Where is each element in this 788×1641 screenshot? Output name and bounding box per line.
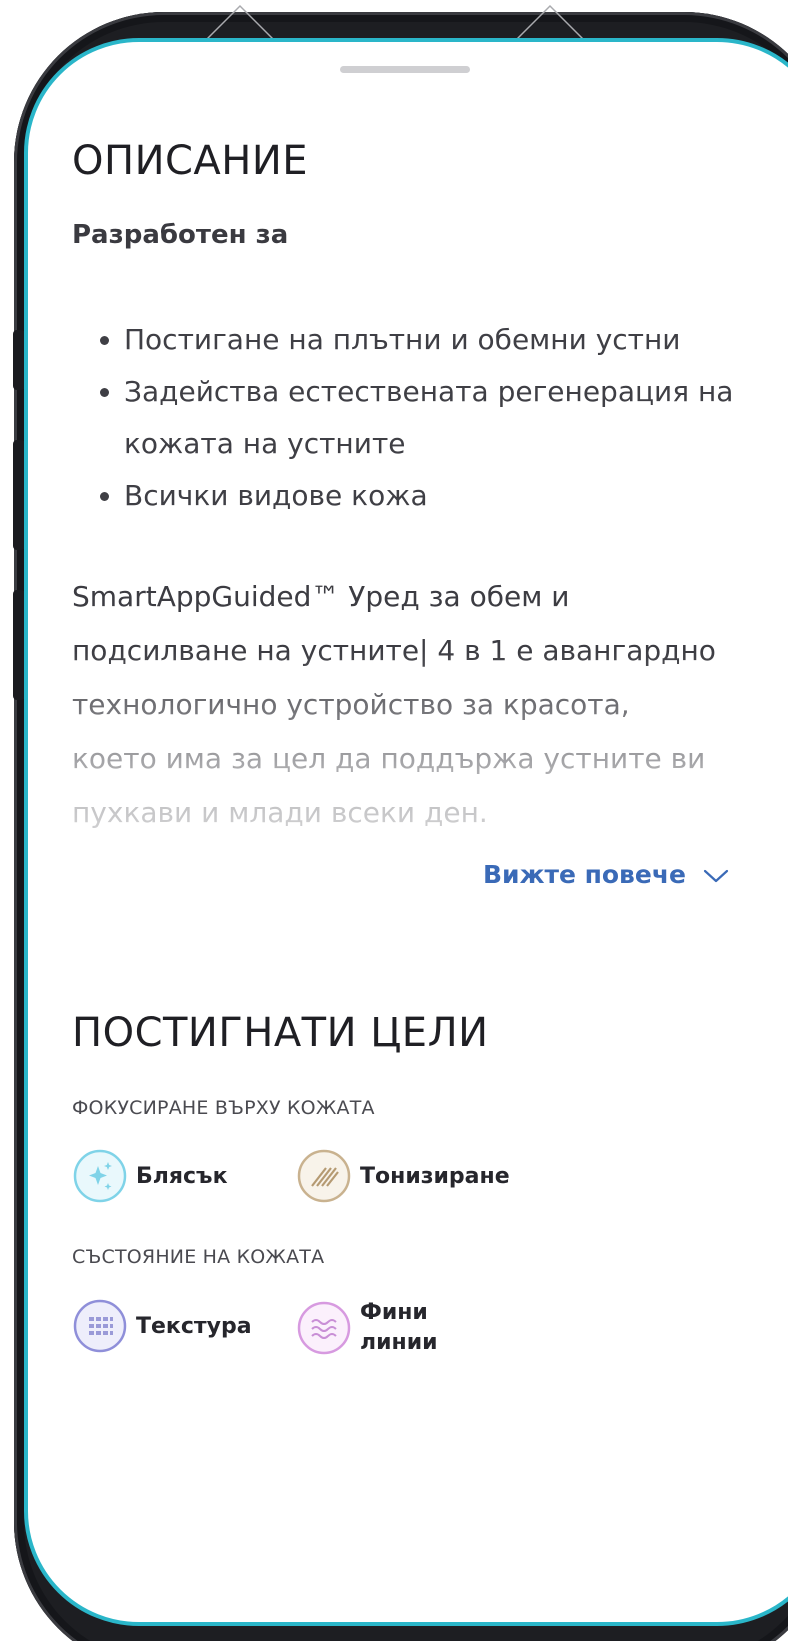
chevron-down-icon [703,869,729,882]
goals-title: ПОСТИГНАТИ ЦЕЛИ [72,1010,489,1056]
goal-toning: Тонизиране [296,1148,510,1204]
description-paragraph: SmartAppGuided™ Уред за обем и подсилван… [72,580,716,829]
texture-icon [73,1299,127,1353]
goal-radiance: Блясък [72,1148,228,1204]
see-more-label: Вижте повече [483,860,686,889]
waves-icon [297,1301,351,1355]
goal-label: Тонизиране [360,1163,510,1189]
list-item: Задейства естествената регенерация на ко… [124,366,784,470]
skin-condition-label: СЪСТОЯНИЕ НА КОЖАТА [72,1246,325,1268]
benefits-list: Постигане на плътни и обемни устни Задей… [88,314,784,522]
list-item: Постигане на плътни и обемни устни [124,314,784,366]
goal-fine-lines: Фини линии [296,1298,438,1358]
goal-texture: Текстура [72,1298,252,1354]
description-title: ОПИСАНИЕ [72,138,309,184]
toning-icon [297,1149,351,1203]
see-more-button[interactable]: Вижте повече [483,860,730,889]
goal-label-line: Фини [360,1300,428,1325]
sparkle-icon [73,1149,127,1203]
goal-label: Блясък [136,1163,228,1189]
stage: ОПИСАНИЕ Разработен за Постигане на плът… [0,0,788,1641]
goal-label-line: линии [360,1330,438,1355]
skin-focus-label: ФОКУСИРАНЕ ВЪРХУ КОЖАТА [72,1097,375,1119]
goal-label: Фини линии [360,1298,438,1358]
sheet-drag-handle[interactable] [340,66,470,73]
screen: ОПИСАНИЕ Разработен за Постигане на плът… [24,38,788,1626]
goal-label: Текстура [136,1313,252,1339]
list-item: Всички видове кожа [124,470,784,522]
description-subheading: Разработен за [72,220,289,250]
